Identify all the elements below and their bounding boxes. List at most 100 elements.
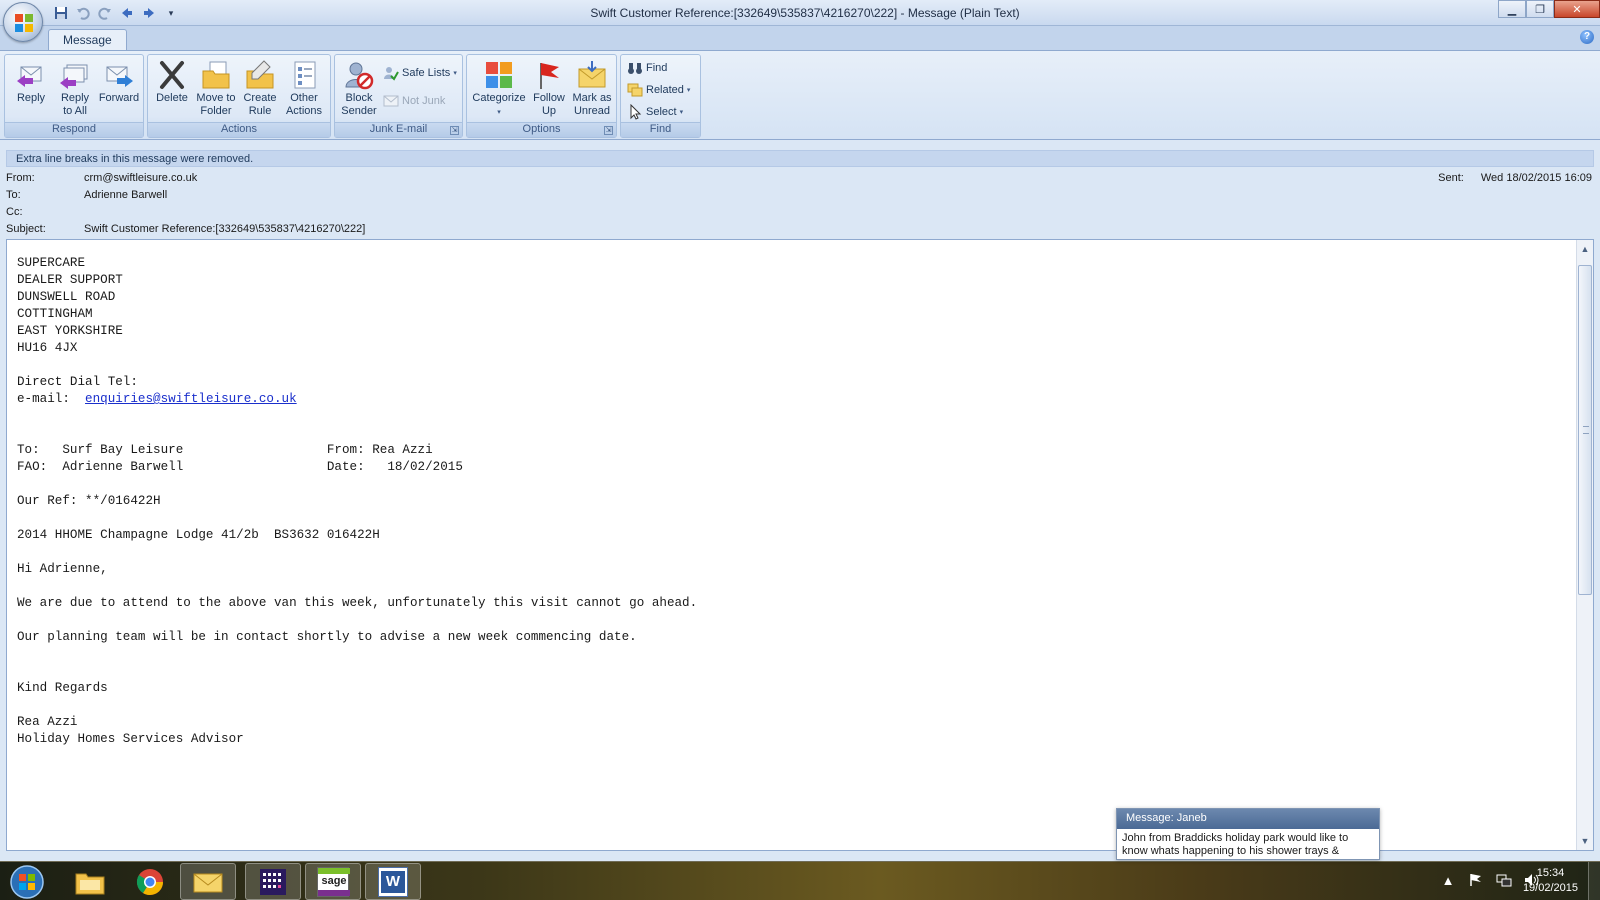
sent-label: Sent: <box>1438 172 1464 184</box>
word-label: W <box>381 870 405 893</box>
taskbar-sage[interactable]: sage <box>305 863 361 900</box>
office-logo-icon <box>15 14 33 32</box>
options-dialog-launcher[interactable]: ⇲ <box>604 126 613 135</box>
email-link[interactable]: enquiries@swiftleisure.co.uk <box>85 392 297 406</box>
delete-icon <box>160 61 184 89</box>
start-button[interactable] <box>5 864 49 900</box>
to-label: To: <box>6 189 21 201</box>
message-notification[interactable]: Message: Janeb John from Braddicks holid… <box>1116 808 1380 860</box>
taskbar: sage W ▲ 15:34 19/02/2015 <box>0 861 1600 900</box>
close-button[interactable]: ✕ <box>1554 0 1600 18</box>
sent-value: Wed 18/02/2015 16:09 <box>1480 172 1592 184</box>
create-rule-icon <box>246 60 274 89</box>
office-button[interactable] <box>3 2 43 42</box>
help-icon[interactable]: ? <box>1580 30 1594 44</box>
minimize-button[interactable]: ▁ <box>1498 0 1526 18</box>
windows-logo-icon <box>10 865 44 899</box>
clock-time: 15:34 <box>1536 867 1565 879</box>
categorize-icon <box>486 62 512 88</box>
delete-button[interactable]: Delete <box>150 57 194 123</box>
junk-email-group: Block Sender Safe Lists ▾ Not Junk Junk E… <box>334 54 463 138</box>
tab-message[interactable]: Message <box>48 29 127 50</box>
block-sender-icon <box>345 62 374 90</box>
letter-content: To: Surf Bay Leisure From: Rea Azzi FAO:… <box>17 443 698 746</box>
from-value[interactable]: crm@swiftleisure.co.uk <box>84 172 197 184</box>
sage-label: sage <box>321 874 347 887</box>
window-title: Swift Customer Reference:[332649\535837\… <box>590 6 1020 20</box>
window-controls: ▁ ❐ ✕ <box>1498 0 1600 18</box>
cc-label: Cc: <box>6 206 23 218</box>
actions-group: Delete Move to Folder▾ Create Rule Other… <box>147 54 331 138</box>
forward-icon <box>106 66 133 87</box>
binoculars-icon <box>628 63 642 74</box>
taskbar-clock[interactable]: 15:34 19/02/2015 <box>1523 866 1578 896</box>
respond-group: Reply Reply to All Forward Respond <box>4 54 144 138</box>
maximize-button[interactable]: ❐ <box>1526 0 1554 18</box>
reply-all-icon <box>60 64 88 89</box>
options-group-label: Options <box>467 122 616 137</box>
follow-up-flag-icon <box>540 63 559 89</box>
mark-as-unread-button[interactable]: Mark as Unread <box>569 57 615 123</box>
info-bar[interactable]: Extra line breaks in this message were r… <box>6 150 1594 167</box>
not-junk-icon <box>383 95 399 107</box>
select-button[interactable]: Select ▾ <box>627 102 683 122</box>
sender-address-block: SUPERCARE DEALER SUPPORT DUNSWELL ROAD C… <box>17 256 138 389</box>
move-to-folder-button[interactable]: Move to Folder▾ <box>194 57 238 129</box>
taskbar-explorer[interactable] <box>62 863 118 900</box>
scroll-down-arrow-icon[interactable]: ▼ <box>1579 835 1591 847</box>
junk-email-group-label: Junk E-mail <box>335 122 462 137</box>
outlook-icon <box>193 873 223 892</box>
taskbar-word[interactable]: W <box>365 863 421 900</box>
reply-button[interactable]: Reply <box>9 57 53 123</box>
move-to-folder-icon <box>202 61 230 89</box>
to-value[interactable]: Adrienne Barwell <box>84 189 167 201</box>
notification-text: John from Braddicks holiday park would l… <box>1122 832 1349 857</box>
junk-email-dialog-launcher[interactable]: ⇲ <box>450 126 459 135</box>
show-desktop-button[interactable] <box>1588 862 1600 900</box>
mark-as-unread-icon <box>578 61 606 88</box>
network-icon[interactable] <box>1496 872 1512 888</box>
find-group: Find Related ▾ Select ▾ Find <box>620 54 701 138</box>
other-actions-icon <box>294 61 316 89</box>
taskbar-calendar-app[interactable] <box>245 863 301 900</box>
find-button[interactable]: Find <box>627 58 667 78</box>
action-center-flag-icon[interactable] <box>1468 872 1484 888</box>
message-body[interactable]: SUPERCARE DEALER SUPPORT DUNSWELL ROAD C… <box>6 239 1594 851</box>
ribbon: Reply Reply to All Forward Respond Delet… <box>0 50 1600 140</box>
taskbar-outlook[interactable] <box>180 863 236 900</box>
safe-lists-icon <box>384 67 399 81</box>
title-bar: ▾ Swift Customer Reference:[332649\53583… <box>0 0 1600 26</box>
message-body-text[interactable]: SUPERCARE DEALER SUPPORT DUNSWELL ROAD C… <box>17 255 697 748</box>
ribbon-tab-bar: Message ? <box>0 26 1600 50</box>
related-button[interactable]: Related ▾ <box>627 80 690 100</box>
taskbar-chrome[interactable] <box>122 863 178 900</box>
related-messages-icon <box>627 83 643 97</box>
actions-group-label: Actions <box>148 122 330 137</box>
respond-group-label: Respond <box>5 122 143 137</box>
word-icon: W <box>378 866 408 897</box>
forward-button[interactable]: Forward <box>97 57 141 123</box>
scrollbar-thumb[interactable] <box>1578 265 1592 595</box>
notification-title: Message: Janeb <box>1117 809 1379 829</box>
from-label: From: <box>6 172 35 184</box>
show-hidden-icons-icon[interactable]: ▲ <box>1440 872 1456 888</box>
scroll-up-arrow-icon[interactable]: ▲ <box>1579 243 1591 255</box>
sent-row: Sent: Wed 18/02/2015 16:09 <box>1438 172 1592 184</box>
other-actions-button[interactable]: Other Actions▾ <box>282 57 326 129</box>
categorize-button[interactable]: Categorize ▾ <box>471 57 527 123</box>
safe-lists-button[interactable]: Safe Lists ▾ <box>383 63 457 83</box>
email-label: e-mail: <box>17 392 86 406</box>
subject-value: Swift Customer Reference:[332649\535837\… <box>84 223 366 235</box>
explorer-icon <box>75 873 105 894</box>
follow-up-button[interactable]: Follow Up▾ <box>527 57 571 129</box>
find-group-label: Find <box>621 122 700 137</box>
cursor-arrow-icon <box>630 104 642 120</box>
create-rule-button[interactable]: Create Rule <box>238 57 282 123</box>
subject-label: Subject: <box>6 223 46 235</box>
message-headers: From: crm@swiftleisure.co.uk To: Adrienn… <box>0 169 1600 239</box>
chrome-icon <box>136 868 164 895</box>
vertical-scrollbar[interactable]: ▲ ▼ <box>1576 240 1593 850</box>
calendar-app-icon <box>260 868 286 895</box>
reply-all-button[interactable]: Reply to All <box>53 57 97 123</box>
block-sender-button[interactable]: Block Sender <box>337 57 381 123</box>
